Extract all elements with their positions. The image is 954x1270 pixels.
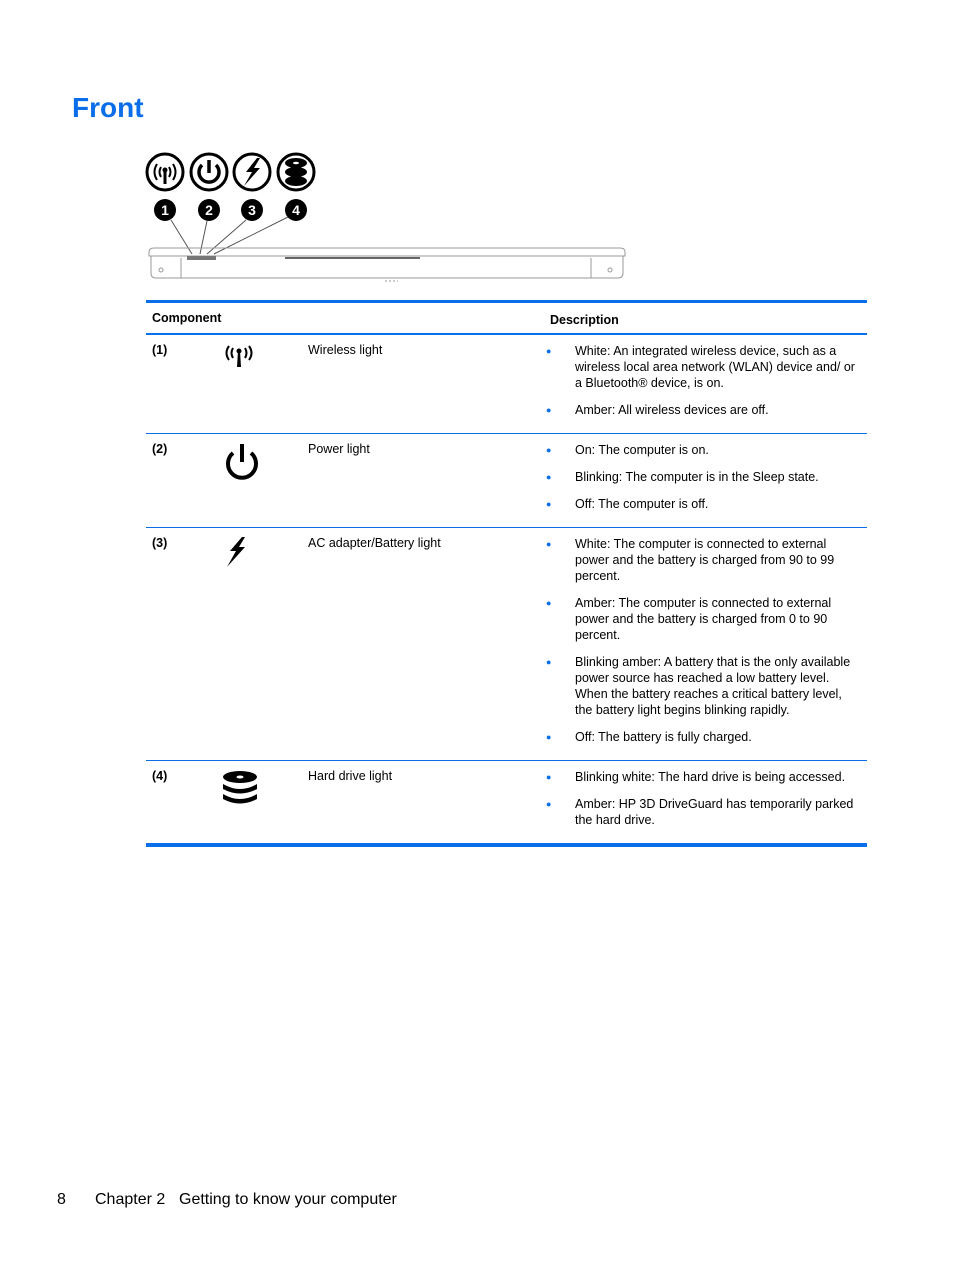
bullet-icon: ● bbox=[546, 772, 552, 782]
table-row: (2) Power light ● On: The computer is on.… bbox=[146, 434, 867, 528]
bullet-icon: ● bbox=[546, 732, 552, 742]
row-number: (1) bbox=[152, 343, 168, 357]
component-description: ● White: An integrated wireless device, s… bbox=[544, 335, 867, 433]
row-number: (3) bbox=[152, 536, 168, 550]
figure-lightning-icon bbox=[232, 152, 272, 192]
status-lights-strip bbox=[187, 256, 216, 260]
laptop-outline bbox=[148, 247, 626, 282]
component-description: ● Blinking white: The hard drive is being… bbox=[544, 761, 867, 843]
figure-wireless-icon bbox=[145, 152, 185, 192]
table-header: Component Description bbox=[146, 303, 867, 335]
list-item: ● Blinking white: The hard drive is being… bbox=[546, 770, 846, 784]
list-item: ● Amber: The computer is connected to ext… bbox=[546, 596, 832, 642]
callout-1: 1 bbox=[154, 199, 176, 221]
bullet-icon: ● bbox=[546, 657, 552, 667]
svg-text:4: 4 bbox=[292, 202, 300, 218]
callout-3: 3 bbox=[241, 199, 263, 221]
list-item: ● Blinking amber: A battery that is the o… bbox=[546, 655, 851, 717]
bullet-icon: ● bbox=[546, 799, 552, 809]
component-name: AC adapter/Battery light bbox=[308, 536, 441, 550]
wireless-icon bbox=[214, 335, 302, 433]
bullet-icon: ● bbox=[546, 346, 552, 356]
component-description: ● On: The computer is on. ● Blinking: The … bbox=[544, 434, 867, 527]
list-item: ● White: The computer is connected to ext… bbox=[546, 537, 835, 583]
lightning-icon bbox=[214, 528, 302, 760]
bullet-icon: ● bbox=[546, 598, 552, 608]
component-name: Wireless light bbox=[308, 343, 383, 357]
svg-text:2: 2 bbox=[205, 202, 213, 218]
bullet-icon: ● bbox=[546, 499, 552, 509]
list-item: ● Off: The computer is off. bbox=[546, 497, 709, 511]
page-number: 8 bbox=[57, 1191, 66, 1208]
list-item: ● Off: The battery is fully charged. bbox=[546, 730, 752, 744]
table-row: (1) Wireless light ● White: An integrated… bbox=[146, 335, 867, 434]
svg-text:1: 1 bbox=[161, 202, 169, 218]
bullet-icon: ● bbox=[546, 405, 552, 415]
callout-4: 4 bbox=[285, 199, 307, 221]
components-table: Component Description (1) Wireless light… bbox=[146, 300, 867, 847]
list-item: ● Amber: All wireless devices are off. bbox=[546, 403, 769, 417]
hard-drive-icon bbox=[214, 761, 302, 843]
bullet-icon: ● bbox=[546, 539, 552, 549]
bullet-icon: ● bbox=[546, 472, 552, 482]
callout-2: 2 bbox=[198, 199, 220, 221]
component-name: Hard drive light bbox=[308, 769, 393, 783]
laptop-front-figure: 1 2 3 4 bbox=[140, 148, 640, 288]
chapter-title: Getting to know your computer bbox=[179, 1191, 397, 1208]
header-component: Component bbox=[152, 311, 222, 325]
component-name: Power light bbox=[308, 442, 370, 456]
table-row: (3) AC adapter/Battery light ● White: The… bbox=[146, 528, 867, 761]
figure-hard-drive-icon bbox=[276, 152, 316, 192]
table-row: (4) Hard drive light ● Blinking white: Th… bbox=[146, 761, 867, 847]
header-description: Description bbox=[550, 313, 619, 327]
list-item: ● White: An integrated wireless device, s… bbox=[546, 344, 855, 390]
figure-power-icon bbox=[189, 152, 229, 192]
row-number: (4) bbox=[152, 769, 168, 783]
bullet-icon: ● bbox=[546, 445, 552, 455]
svg-text:3: 3 bbox=[248, 202, 256, 218]
power-icon bbox=[214, 434, 302, 527]
component-description: ● White: The computer is connected to ext… bbox=[544, 528, 867, 760]
list-item: ● Blinking: The computer is in the Sleep … bbox=[546, 470, 819, 484]
chapter-label: Chapter 2 bbox=[95, 1191, 166, 1208]
list-item: ● Amber: HP 3D DriveGuard has temporarily… bbox=[546, 797, 854, 827]
row-number: (2) bbox=[152, 442, 168, 456]
page-title: Front bbox=[72, 92, 144, 123]
list-item: ● On: The computer is on. bbox=[546, 443, 709, 457]
